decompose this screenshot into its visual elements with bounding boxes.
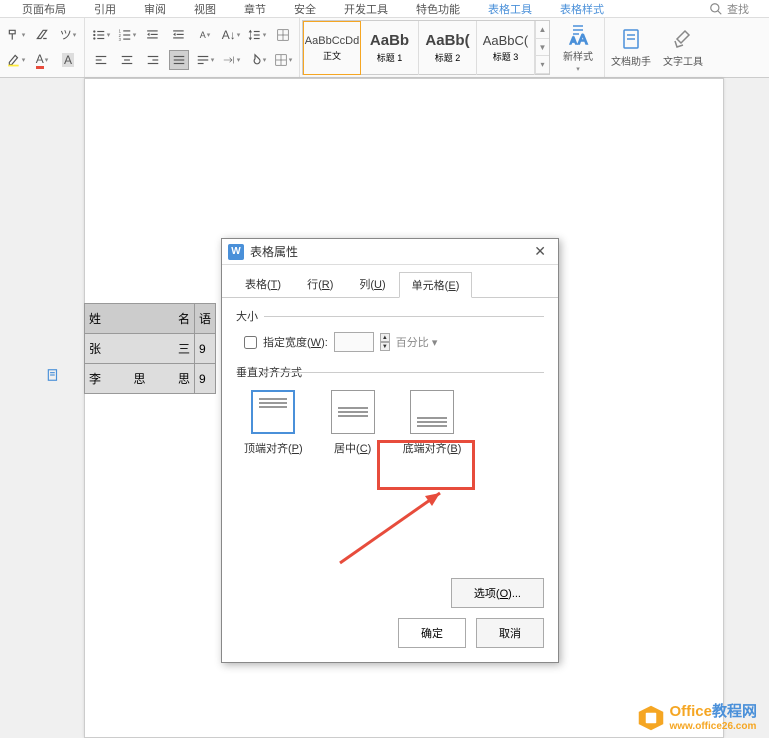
tab-security[interactable]: 安全 <box>280 1 330 17</box>
distribute-button[interactable] <box>195 50 215 70</box>
shading-button[interactable] <box>247 50 267 70</box>
tab-settings-button[interactable] <box>221 50 241 70</box>
char-shading-button[interactable]: A <box>58 50 78 70</box>
table-header-subject[interactable]: 语 <box>195 304 216 334</box>
valign-center-option[interactable]: 居中(C) <box>331 390 375 456</box>
style-heading1[interactable]: AaBb 标题 1 <box>361 21 419 75</box>
highlight-button[interactable] <box>6 50 26 70</box>
new-style-icon: AA <box>566 22 590 46</box>
style-scroll-down[interactable]: ▼ <box>536 39 549 57</box>
sort-button[interactable]: A↓ <box>221 25 241 45</box>
text-tools-button[interactable]: 文字工具 <box>657 18 709 77</box>
align-justify-button[interactable] <box>169 50 189 70</box>
align-left-button[interactable] <box>91 50 111 70</box>
svg-text:A: A <box>570 36 577 46</box>
valign-bottom-option[interactable]: 底端对齐(B) <box>403 390 462 456</box>
tab-sections[interactable]: 章节 <box>230 1 280 17</box>
size-section-label: 大小 <box>236 308 544 324</box>
document-table[interactable]: 姓 名 语 张 三 9 李 思 思 9 <box>84 303 216 394</box>
align-right-button[interactable] <box>143 50 163 70</box>
valign-section-label: 垂直对齐方式 <box>236 364 544 380</box>
style-normal[interactable]: AaBbCcDd 正文 <box>303 21 361 75</box>
ok-button[interactable]: 确定 <box>398 618 466 648</box>
numbering-button[interactable]: 123 <box>117 25 137 45</box>
table-cell[interactable]: 9 <box>195 364 216 394</box>
dialog-tab-row[interactable]: 行(R) <box>294 271 346 297</box>
style-heading2[interactable]: AaBb( 标题 2 <box>419 21 477 75</box>
doc-assistant-icon <box>619 27 643 51</box>
dialog-tab-column[interactable]: 列(U) <box>346 271 398 297</box>
clear-format-button[interactable] <box>32 25 52 45</box>
format-painter-button[interactable] <box>6 25 26 45</box>
new-style-button[interactable]: AA 新样式 ▾ <box>552 18 604 77</box>
text-tools-icon <box>671 27 695 51</box>
style-scroll-up[interactable]: ▲ <box>536 21 549 39</box>
borders-toggle-button[interactable] <box>273 25 293 45</box>
dialog-tab-cell[interactable]: 单元格(E) <box>399 272 473 298</box>
styles-gallery[interactable]: AaBbCcDd 正文 AaBb 标题 1 AaBb( 标题 2 AaBbC( … <box>302 20 550 75</box>
search-icon <box>709 2 723 16</box>
tab-table-tools[interactable]: 表格工具 <box>474 1 546 17</box>
style-heading3[interactable]: AaBbC( 标题 3 <box>477 21 535 75</box>
tab-review[interactable]: 审阅 <box>130 1 180 17</box>
borders-button[interactable] <box>273 50 293 70</box>
specify-width-checkbox[interactable] <box>244 336 257 349</box>
line-spacing-button[interactable] <box>247 25 267 45</box>
doc-assistant-button[interactable]: 文档助手 <box>605 18 657 77</box>
watermark: Office教程网 www.office26.com <box>637 704 757 732</box>
valign-top-option[interactable]: 顶端对齐(P) <box>244 390 303 456</box>
table-cell[interactable]: 9 <box>195 334 216 364</box>
width-spin-down[interactable]: ▼ <box>380 342 390 351</box>
bullets-button[interactable] <box>91 25 111 45</box>
table-cell[interactable]: 张 三 <box>85 334 195 364</box>
phonetic-guide-button[interactable]: A <box>195 25 215 45</box>
style-expand[interactable]: ▾ <box>536 56 549 74</box>
tab-page-layout[interactable]: 页面布局 <box>8 1 80 17</box>
tab-developer[interactable]: 开发工具 <box>330 1 402 17</box>
tab-references[interactable]: 引用 <box>80 1 130 17</box>
align-center-button[interactable] <box>117 50 137 70</box>
tab-view[interactable]: 视图 <box>180 1 230 17</box>
table-properties-dialog: W 表格属性 ✕ 表格(T) 行(R) 列(U) 单元格(E) 大小 指定宽度(… <box>221 238 559 663</box>
width-spin-up[interactable]: ▲ <box>380 333 390 342</box>
tab-table-styles[interactable]: 表格样式 <box>546 1 618 17</box>
section-indicator-icon <box>46 368 60 382</box>
dialog-title: 表格属性 <box>250 243 298 260</box>
tab-special[interactable]: 特色功能 <box>402 1 474 17</box>
svg-text:A: A <box>578 31 588 46</box>
dialog-tab-table[interactable]: 表格(T) <box>232 271 294 297</box>
table-cell[interactable]: 李 思 思 <box>85 364 195 394</box>
increase-indent-button[interactable] <box>169 25 189 45</box>
specify-width-label: 指定宽度(W): <box>263 334 328 350</box>
search-input[interactable]: 查找 <box>727 1 749 17</box>
cancel-button[interactable]: 取消 <box>476 618 544 648</box>
table-header-name[interactable]: 姓 名 <box>85 304 195 334</box>
font-effect-button[interactable]: ツ <box>58 25 78 45</box>
watermark-logo-icon <box>637 704 665 732</box>
dialog-app-icon: W <box>228 244 244 260</box>
svg-text:3: 3 <box>118 37 121 42</box>
dialog-close-button[interactable]: ✕ <box>528 241 552 262</box>
decrease-indent-button[interactable] <box>143 25 163 45</box>
options-button[interactable]: 选项(O)... <box>451 578 544 608</box>
font-color-button[interactable]: A <box>32 50 52 70</box>
width-input[interactable] <box>334 332 374 352</box>
width-unit-combo[interactable]: 百分比 ▾ <box>396 334 438 350</box>
